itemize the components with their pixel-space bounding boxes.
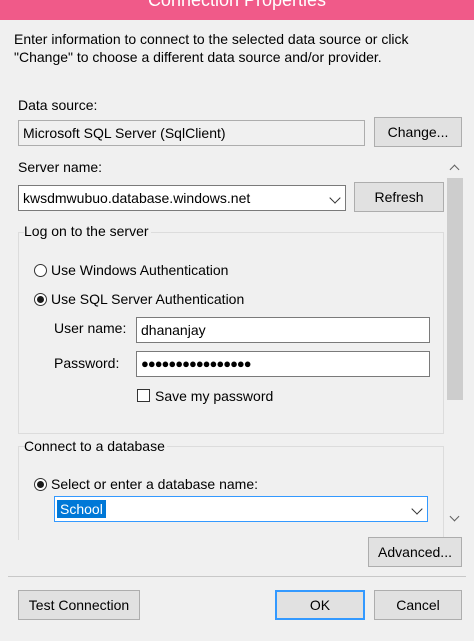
password-input[interactable]: ●●●●●●●●●●●●●●●● — [136, 351, 430, 377]
windows-auth-radio[interactable] — [34, 264, 47, 277]
advanced-button[interactable]: Advanced... — [368, 537, 462, 567]
test-connection-button[interactable]: Test Connection — [18, 590, 140, 620]
server-name-value: kwsdmwubuo.database.windows.net — [23, 190, 251, 206]
select-database-radio[interactable] — [34, 478, 47, 491]
password-label: Password: — [54, 355, 120, 371]
ok-button[interactable]: OK — [275, 590, 365, 620]
scroll-up-icon[interactable] — [449, 164, 460, 175]
vertical-scrollbar[interactable] — [445, 158, 465, 528]
logon-group-title: Log on to the server — [24, 223, 151, 239]
window-title: Connection Properties — [147, 0, 327, 10]
user-name-label: User name: — [54, 320, 127, 336]
connection-properties-dialog: Enter information to connect to the sele… — [0, 20, 474, 641]
scroll-down-icon[interactable] — [449, 511, 460, 522]
title-bar[interactable]: Connection Properties — [0, 0, 474, 20]
intro-text: Enter information to connect to the sele… — [14, 31, 409, 65]
sql-auth-label[interactable]: Use SQL Server Authentication — [51, 291, 244, 307]
chevron-down-icon[interactable] — [329, 192, 341, 204]
scroll-thumb[interactable] — [447, 178, 463, 400]
database-group — [18, 446, 444, 540]
data-source-field[interactable]: Microsoft SQL Server (SqlClient) — [18, 120, 365, 146]
server-name-label: Server name: — [18, 159, 103, 175]
data-source-label: Data source: — [18, 97, 98, 113]
windows-auth-label[interactable]: Use Windows Authentication — [51, 262, 228, 278]
database-name-value[interactable]: School — [57, 500, 106, 518]
database-name-combo[interactable]: School — [54, 496, 428, 522]
change-button[interactable]: Change... — [374, 117, 462, 147]
button-separator — [8, 576, 466, 577]
sql-auth-radio[interactable] — [34, 293, 47, 306]
user-name-input[interactable]: dhananjay — [136, 317, 430, 343]
cancel-button[interactable]: Cancel — [374, 590, 462, 620]
refresh-button[interactable]: Refresh — [354, 182, 444, 212]
database-group-title: Connect to a database — [24, 438, 167, 454]
chevron-down-icon[interactable] — [411, 503, 423, 515]
save-password-label[interactable]: Save my password — [155, 388, 273, 404]
server-name-combo[interactable]: kwsdmwubuo.database.windows.net — [18, 185, 346, 211]
save-password-checkbox[interactable] — [137, 389, 150, 402]
select-database-label[interactable]: Select or enter a database name: — [51, 476, 258, 492]
